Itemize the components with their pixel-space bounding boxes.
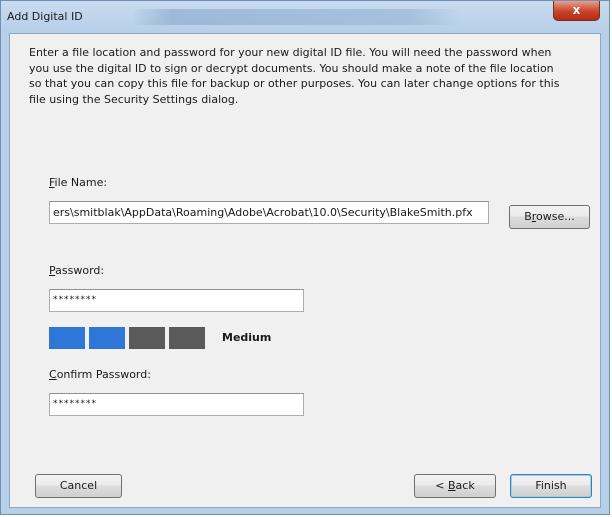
confirm-password-field[interactable]: ******** <box>49 393 304 416</box>
cancel-button[interactable]: Cancel <box>35 474 122 498</box>
browse-button[interactable]: Browse... <box>509 205 590 229</box>
title-bar-reflection <box>131 9 461 25</box>
close-button[interactable]: x <box>553 1 600 21</box>
strength-segment <box>49 327 85 349</box>
file-name-field[interactable]: ers\smitblak\AppData\Roaming\Adobe\Acrob… <box>49 201 489 224</box>
password-label: Password: <box>49 264 105 277</box>
password-strength-label: Medium <box>222 331 272 344</box>
close-icon: x <box>572 3 581 17</box>
strength-segment <box>169 327 205 349</box>
confirm-password-label: Confirm Password: <box>49 368 151 381</box>
strength-segment <box>89 327 125 349</box>
strength-segment <box>129 327 165 349</box>
file-name-label: File Name: <box>49 176 108 189</box>
back-button[interactable]: < Back <box>414 474 496 498</box>
instructions-text: Enter a file location and password for y… <box>29 46 560 106</box>
window-title: Add Digital ID <box>7 10 83 23</box>
title-bar[interactable]: Add Digital ID x <box>1 1 609 33</box>
password-field[interactable]: ******** <box>49 289 304 312</box>
finish-button[interactable]: Finish <box>510 474 592 498</box>
